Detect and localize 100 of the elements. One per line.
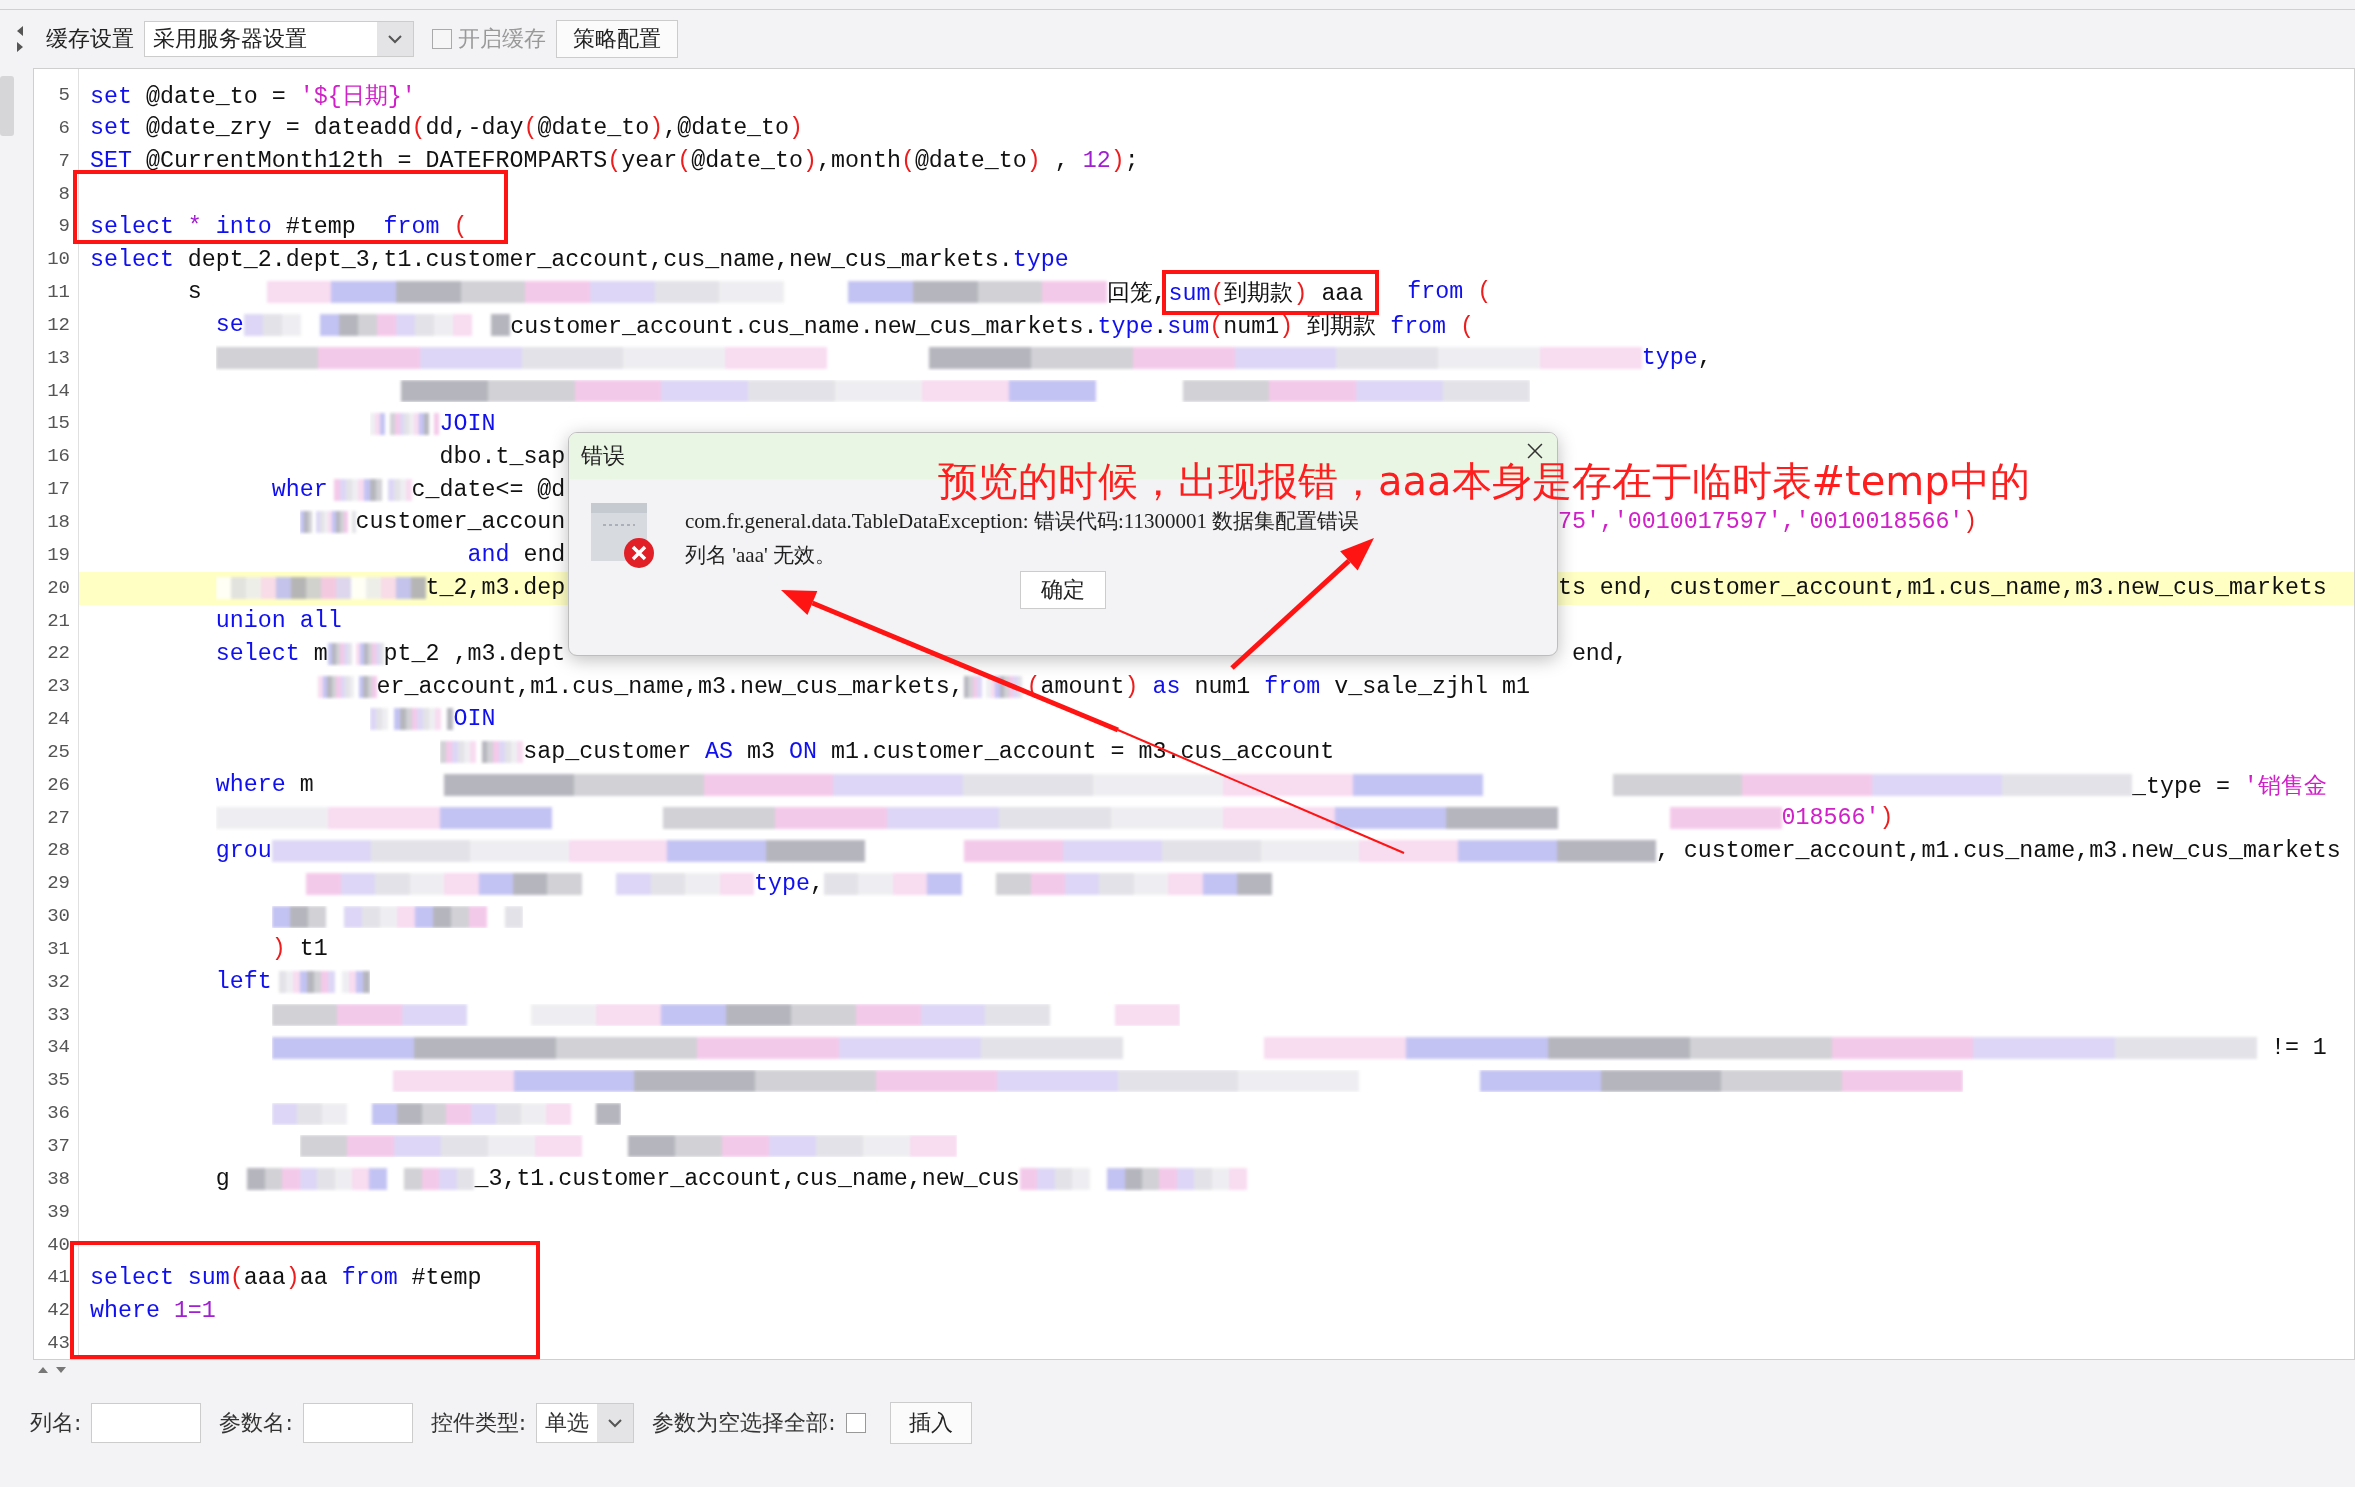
cache-select[interactable]: 采用服务器设置: [144, 21, 414, 57]
line-number: 19: [46, 542, 71, 568]
close-button[interactable]: [1525, 441, 1545, 461]
input-field[interactable]: [91, 1403, 202, 1443]
code-text: dbo.t_sap: [439, 443, 566, 470]
code-text: pt_2 ,m3.dept: [383, 640, 566, 667]
line-number: 36: [46, 1101, 71, 1127]
line-number: 40: [46, 1232, 71, 1258]
line-number: 6: [57, 115, 71, 141]
code-text: ) t1: [271, 936, 328, 963]
code-text: er_account,m1.cus_name,m3.new_cus_markets,: [376, 673, 964, 700]
code-text: from (: [1406, 279, 1492, 306]
line-number: 29: [46, 871, 71, 897]
code-text: select m: [215, 640, 328, 667]
line-number: 32: [46, 969, 71, 995]
line-number: 31: [46, 936, 71, 962]
code-text: 018566'): [1781, 805, 1894, 831]
code-text: se: [215, 312, 244, 339]
line-number: 22: [46, 641, 71, 667]
line-number: 10: [46, 247, 71, 273]
code-text: c_date<= @d: [411, 476, 566, 503]
line-number: 14: [46, 378, 71, 404]
line-number: 16: [46, 444, 71, 470]
close-icon: [1525, 441, 1545, 461]
field-label: 参数名:: [219, 1409, 293, 1437]
code-text: and end: [467, 542, 566, 569]
line-number: 38: [46, 1166, 71, 1192]
line-number: 12: [46, 312, 71, 338]
code-text: _3,t1.customer_account,cus_name,new_cus: [474, 1166, 1020, 1193]
code-text: customer_account.cus_name.new_cus_markets.type.sum(num1) 到期款 from (: [510, 312, 1475, 341]
code-text: where m: [215, 772, 314, 799]
line-number: 35: [46, 1068, 71, 1094]
code-text: JOIN: [439, 410, 496, 437]
code-text: , customer_account,m1.cus_name,m3.new_cus_markets: [1655, 837, 2341, 864]
code-text: union all: [215, 607, 342, 634]
cache-settings-label: 缓存设置: [46, 25, 134, 53]
code-text: grou: [215, 837, 272, 864]
blurred-code: [369, 412, 440, 435]
line-number: 17: [46, 477, 71, 503]
line-number: 9: [57, 214, 71, 240]
code-text: wher: [271, 476, 328, 503]
line-number: 39: [46, 1199, 71, 1225]
checkbox[interactable]: [845, 1413, 866, 1433]
line-number: 5: [57, 83, 71, 108]
line-number: 42: [46, 1298, 71, 1324]
code-text: sum(到期款) aaa: [1168, 280, 1364, 308]
code-text: != 1: [2269, 1034, 2327, 1061]
error-message: com.fr.general.data.TableDataException: 错误代码:11300001 数据集配置错误: [685, 508, 1360, 535]
line-number: 7: [57, 148, 71, 174]
code-text: select sum(aaa)aa from #temp: [90, 1264, 482, 1291]
code-text: ts end, customer_account,m1.cus_name,m3.new_cus_markets: [1557, 575, 2327, 602]
line-number: 24: [46, 707, 71, 733]
line-number: 28: [46, 838, 71, 864]
code-text: s: [187, 279, 202, 306]
line-number: 43: [46, 1331, 71, 1357]
code-text: select dept_2.dept_3,t1.customer_account,cus_name,new_cus_markets.type: [90, 246, 1069, 273]
blurred-code: [327, 642, 384, 665]
code-text: _type = '销售金: [2132, 772, 2327, 801]
line-number: 13: [46, 345, 71, 371]
field-label: 参数为空选择全部:: [652, 1409, 836, 1437]
line-number: 8: [57, 181, 71, 207]
line-number: 11: [46, 280, 71, 306]
code-text: SET @CurrentMonth12th = DATEFROMPARTS(year(@date_to),month(@date_to) , 12);: [90, 148, 1139, 175]
input-field[interactable]: [302, 1403, 413, 1443]
code-text: set @date_to = '${日期}': [90, 82, 416, 111]
line-number: 20: [46, 575, 71, 601]
code-text: type,: [1641, 345, 1712, 372]
line-number: 18: [46, 509, 71, 535]
code-text: select * into #temp from (: [90, 213, 468, 240]
code-text: OIN: [453, 706, 496, 733]
scroll-thumb[interactable]: [0, 76, 14, 136]
line-number: 30: [46, 904, 71, 930]
line-number: 15: [46, 411, 71, 437]
blurred-code: [299, 511, 356, 534]
ok-button[interactable]: 确定: [1020, 571, 1106, 609]
code-text: g: [215, 1166, 230, 1193]
error-icon: [591, 503, 655, 571]
line-number: 25: [46, 739, 71, 765]
chevron-icon: [387, 34, 403, 44]
code-editor[interactable]: [33, 68, 2355, 1360]
code-text: t_2,m3.dep: [425, 575, 566, 602]
field-label: 控件类型:: [430, 1409, 527, 1437]
checkbox-label: 开启缓存: [458, 25, 546, 53]
code-text: customer_accoun: [355, 509, 566, 536]
code-text: where 1=1: [90, 1297, 216, 1324]
code-text: set @date_zry = dateadd(dd,-day(@date_to),@date_to): [90, 115, 804, 142]
code-text: type,: [754, 870, 824, 897]
code-text: end,: [1571, 640, 1628, 667]
error-message: 列名 'aaa' 无效。: [685, 542, 838, 569]
field-label: 列名:: [30, 1409, 82, 1437]
insert-button[interactable]: 插入: [889, 1402, 972, 1444]
dialog-title: 错误: [581, 442, 625, 470]
code-text: 回笼,: [1106, 280, 1167, 308]
line-number: 26: [46, 772, 71, 798]
code-text: 75','0010017597','0010018566'): [1557, 509, 1978, 536]
type-select[interactable]: 单选: [536, 1403, 635, 1443]
line-number: 23: [46, 674, 71, 700]
line-number: 41: [46, 1265, 71, 1291]
collapse-icon[interactable]: [14, 24, 26, 54]
strategy-button[interactable]: 策略配置: [556, 20, 678, 58]
